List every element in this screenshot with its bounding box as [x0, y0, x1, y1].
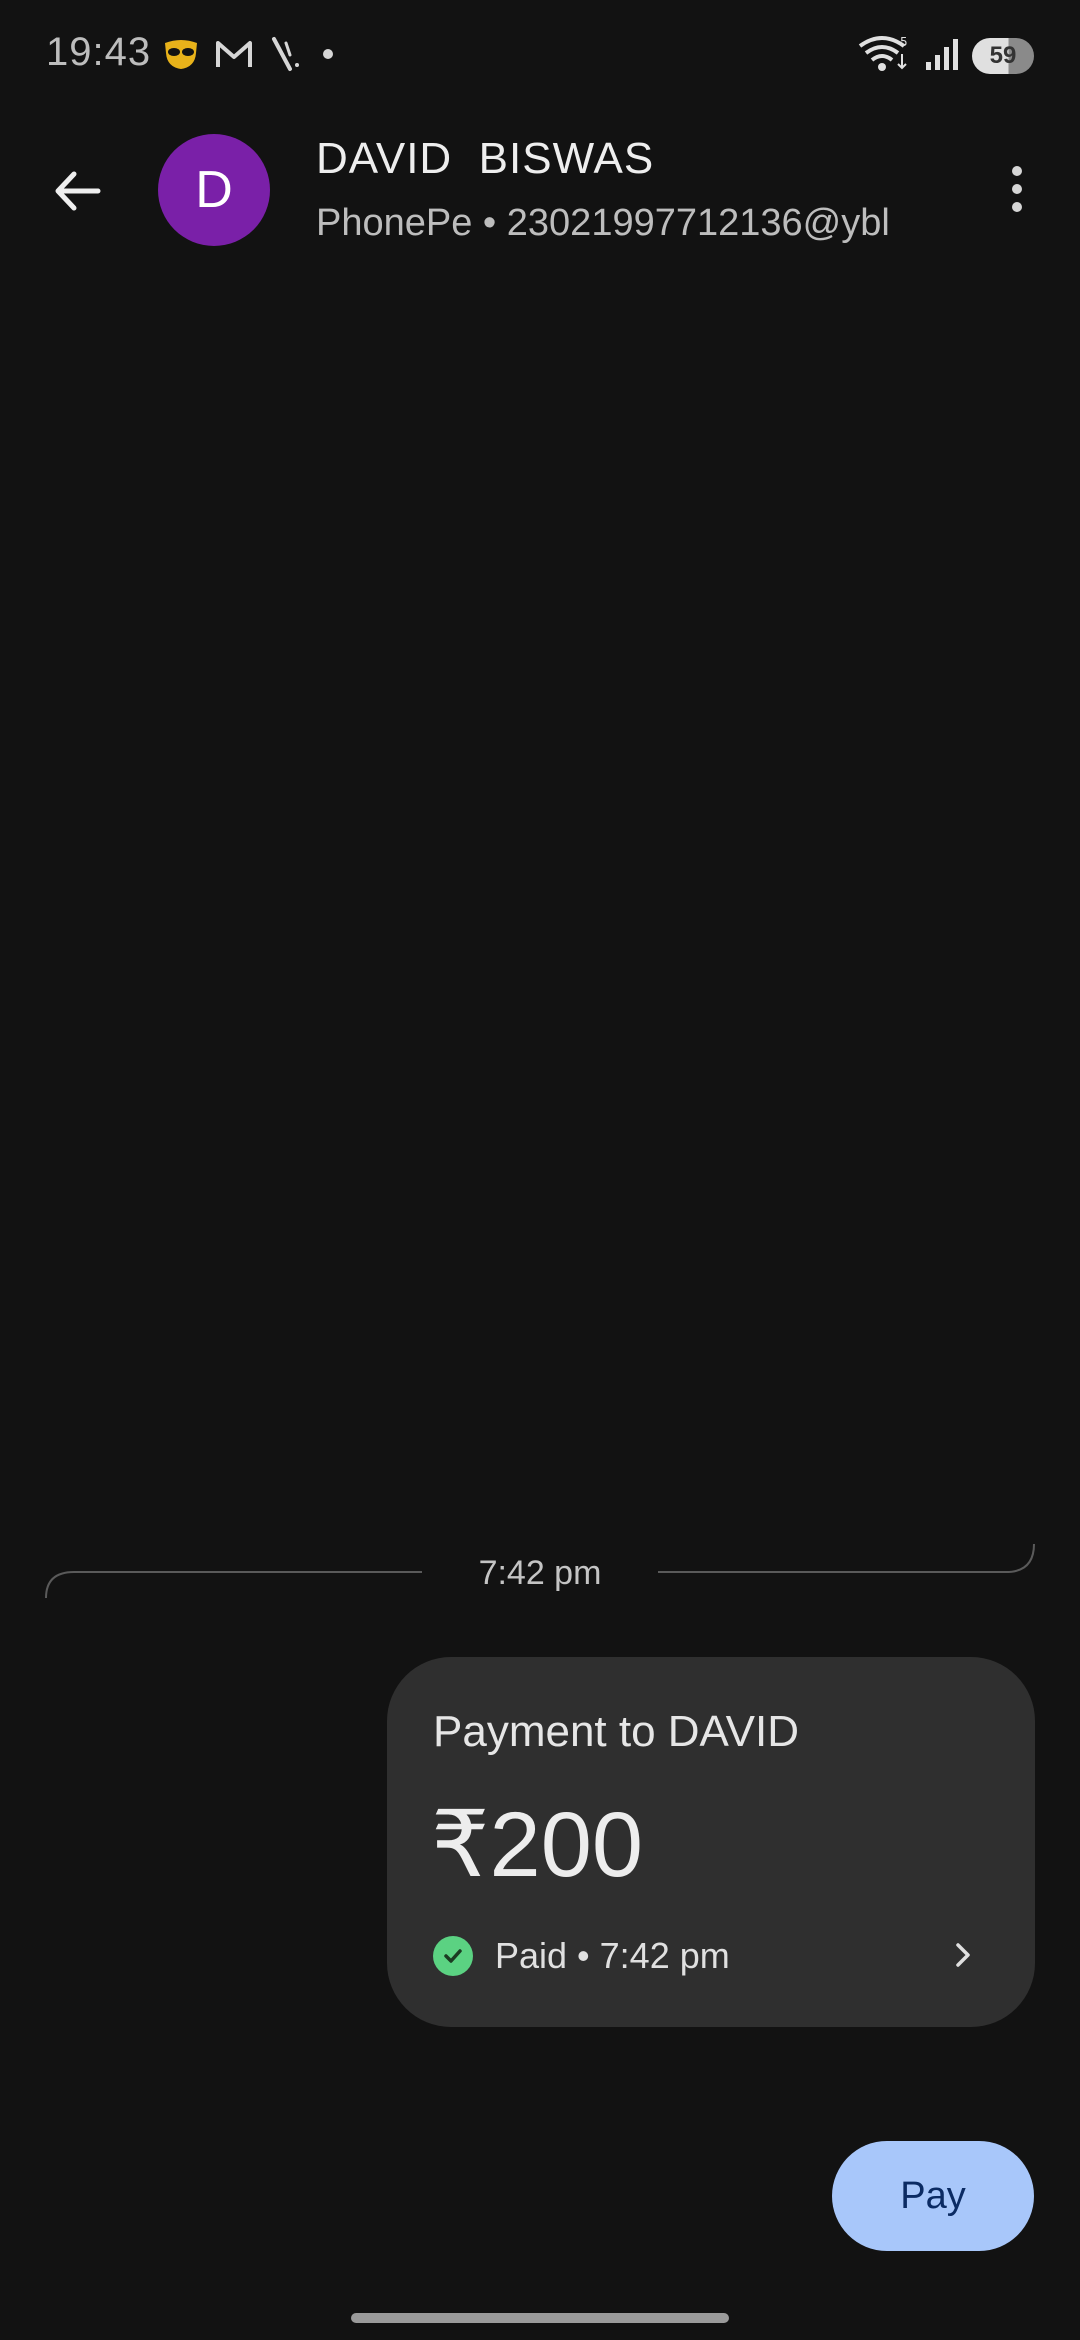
payment-status-text: Paid • 7:42 pm [495, 1935, 730, 1976]
contact-name[interactable]: DAVID BISWAS [316, 134, 654, 184]
battery-icon: 59 [972, 38, 1034, 74]
notification-icons [162, 36, 340, 76]
wifi-icon: 5 [858, 34, 912, 79]
check-circle-icon [433, 1936, 473, 1976]
contact-upi-id: PhonePe • 23021997712136@ybl [316, 202, 890, 244]
chat-header: D DAVID BISWAS PhonePe • 23021997712136@… [0, 120, 1080, 260]
avatar[interactable]: D [158, 134, 270, 246]
status-time: 19:43 [46, 30, 152, 74]
gmail-icon [214, 37, 254, 76]
time-divider: 7:42 pm [44, 1540, 1036, 1600]
feather-icon [268, 35, 302, 78]
system-icons: 5 59 [858, 34, 1034, 78]
more-vert-icon [1012, 166, 1022, 212]
back-arrow-icon [55, 171, 101, 211]
payment-title: Payment to DAVID [433, 1707, 799, 1756]
notification-dot-icon [316, 42, 340, 71]
back-button[interactable] [44, 158, 110, 224]
payment-status: Paid • 7:42 pm [433, 1935, 730, 1977]
grindr-icon [162, 35, 200, 78]
payment-card[interactable]: Payment to DAVID ₹200 Paid • 7:42 pm [387, 1657, 1035, 2027]
payment-amount: ₹200 [431, 1794, 644, 1896]
divider-time: 7:42 pm [478, 1554, 602, 1592]
pay-button[interactable]: Pay [832, 2141, 1034, 2251]
svg-text:5: 5 [900, 35, 908, 49]
status-bar: 19:43 5 59 [0, 0, 1080, 110]
more-options-button[interactable] [984, 156, 1050, 222]
gesture-navigation-bar[interactable] [351, 2313, 729, 2323]
signal-icon [924, 36, 960, 77]
chevron-right-icon [943, 1935, 983, 1975]
